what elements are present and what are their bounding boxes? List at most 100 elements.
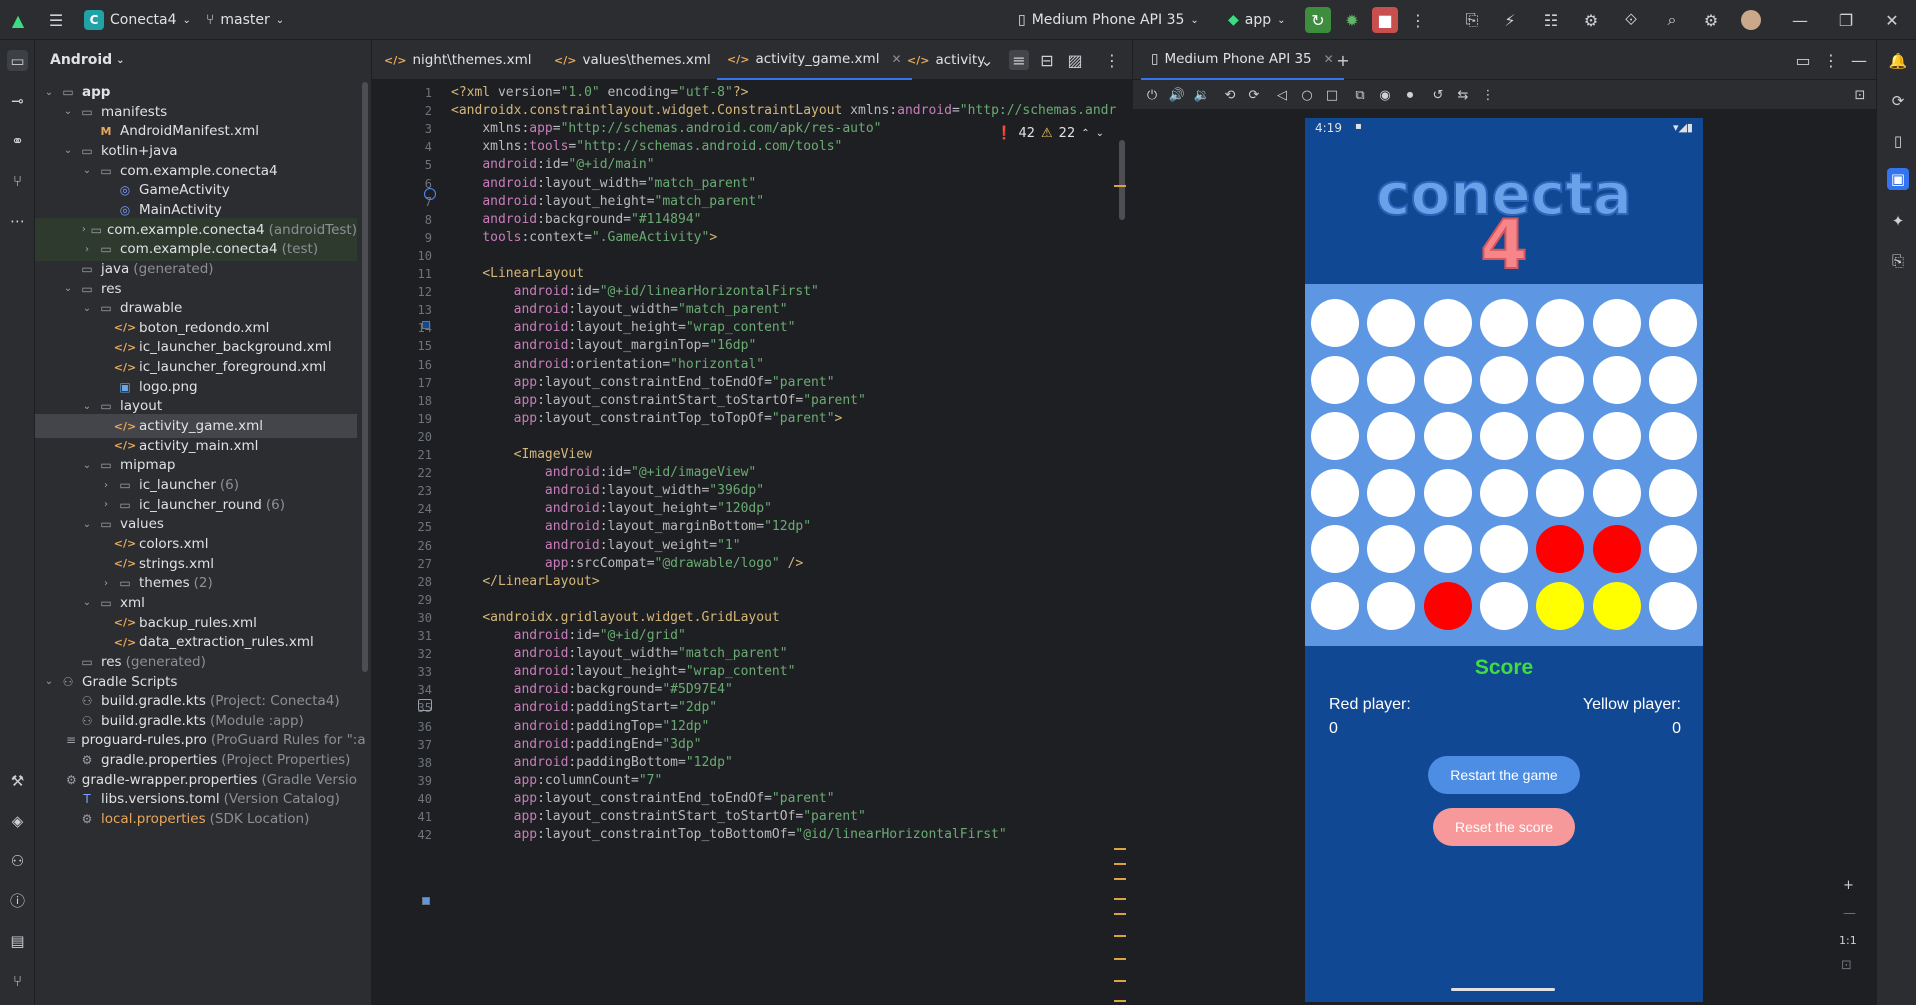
empty-slot[interactable] bbox=[1536, 468, 1585, 517]
chevron-down-icon[interactable]: ⌄ bbox=[81, 597, 93, 608]
pull-requests-icon[interactable]: ⑂ bbox=[7, 170, 28, 191]
device-manager-icon[interactable]: ▯ bbox=[1887, 130, 1909, 152]
rotate-left-icon[interactable]: ⟲ bbox=[1221, 86, 1239, 104]
chevron-down-icon[interactable]: ⌄ bbox=[62, 106, 74, 117]
settings-icon[interactable]: ⚙ bbox=[1701, 10, 1721, 30]
warning-marker[interactable] bbox=[1114, 898, 1126, 900]
phone-screen[interactable]: 4:19 ▪ ▾◢▮ conecta 4 Score Red player: 0… bbox=[1305, 118, 1703, 1002]
empty-slot[interactable] bbox=[1648, 525, 1697, 573]
apply-changes-icon[interactable]: ⚡ bbox=[1500, 10, 1520, 30]
ai-assistant-icon[interactable]: ✦ bbox=[1887, 210, 1909, 232]
structure-icon[interactable]: ⚭ bbox=[7, 130, 28, 151]
gesture-bar[interactable] bbox=[1451, 988, 1555, 991]
empty-slot[interactable] bbox=[1311, 299, 1359, 347]
empty-slot[interactable] bbox=[1592, 355, 1641, 404]
device-manager-icon[interactable]: ☷ bbox=[1541, 10, 1561, 30]
empty-slot[interactable] bbox=[1479, 525, 1528, 573]
back-icon[interactable]: ◁ bbox=[1273, 86, 1291, 104]
empty-slot[interactable] bbox=[1367, 581, 1416, 630]
chevron-down-icon[interactable]: ⌄ bbox=[81, 519, 93, 530]
empty-slot[interactable] bbox=[1648, 581, 1697, 630]
empty-slot[interactable] bbox=[1311, 412, 1359, 460]
empty-slot[interactable] bbox=[1648, 299, 1697, 347]
stop-icon[interactable]: ■ bbox=[1372, 7, 1398, 33]
display-settings-icon[interactable]: ⊡ bbox=[1851, 86, 1869, 104]
tab-activity-game[interactable]: </> activity_game.xml ✕ bbox=[717, 40, 912, 80]
run-config-selector[interactable]: ◆ app ⌄ bbox=[1228, 0, 1286, 40]
empty-slot[interactable] bbox=[1367, 468, 1416, 517]
commit-icon[interactable]: ⊸ bbox=[7, 90, 28, 111]
red-piece[interactable] bbox=[1592, 525, 1641, 573]
red-piece[interactable] bbox=[1536, 525, 1585, 573]
color-swatch-icon[interactable] bbox=[422, 321, 430, 329]
empty-slot[interactable] bbox=[1311, 468, 1359, 517]
warning-marker[interactable] bbox=[1114, 958, 1126, 960]
gemini-icon[interactable]: ⟳ bbox=[1887, 90, 1909, 112]
more-icon[interactable]: ⋮ bbox=[1821, 50, 1841, 70]
device-selector[interactable]: ▯ Medium Phone API 35 ⌄ bbox=[1018, 0, 1199, 40]
empty-slot[interactable] bbox=[1479, 299, 1528, 347]
zoom-out-icon[interactable]: — bbox=[1843, 906, 1856, 921]
empty-slot[interactable] bbox=[1536, 412, 1585, 460]
split-view-icon[interactable]: ⊟ bbox=[1037, 50, 1057, 70]
add-device-icon[interactable]: + bbox=[1333, 50, 1353, 70]
project-selector[interactable]: C Conecta4 ⌄ bbox=[84, 0, 191, 40]
chevron-down-icon[interactable]: ⌄ bbox=[81, 165, 93, 176]
mirror-icon[interactable]: ⇆ bbox=[1454, 86, 1472, 104]
zoom-in-icon[interactable]: + bbox=[1843, 878, 1854, 893]
chevron-down-icon[interactable]: ⌄ bbox=[977, 50, 997, 70]
empty-slot[interactable] bbox=[1479, 412, 1528, 460]
color-swatch-icon[interactable] bbox=[422, 897, 430, 905]
code-area[interactable]: <?xml version="1.0" encoding="utf-8"?> <a… bbox=[451, 80, 1121, 1005]
chevron-right-icon[interactable]: › bbox=[81, 244, 93, 255]
chevron-down-icon[interactable]: ⌄ bbox=[81, 401, 93, 412]
warning-marker[interactable] bbox=[1114, 980, 1126, 982]
close-icon[interactable]: ✕ bbox=[1882, 10, 1902, 30]
chevron-down-icon[interactable]: ⌄ bbox=[62, 283, 74, 294]
window-layout-icon[interactable]: ▭ bbox=[1793, 50, 1813, 70]
minimize-panel-icon[interactable]: — bbox=[1849, 50, 1869, 70]
empty-slot[interactable] bbox=[1592, 412, 1641, 460]
empty-slot[interactable] bbox=[1423, 412, 1472, 460]
design-view-icon[interactable]: ▨ bbox=[1065, 50, 1085, 70]
more-actions-icon[interactable]: ⋮ bbox=[1408, 10, 1428, 30]
empty-slot[interactable] bbox=[1423, 468, 1472, 517]
sdk-manager-icon[interactable]: ⚙ bbox=[1581, 10, 1601, 30]
notifications-icon[interactable]: 🔔 bbox=[1887, 50, 1909, 72]
chevron-down-icon[interactable]: ⌄ bbox=[81, 460, 93, 471]
game-board[interactable] bbox=[1305, 284, 1703, 646]
branch-selector[interactable]: ⑂ master ⌄ bbox=[206, 0, 284, 40]
empty-slot[interactable] bbox=[1479, 581, 1528, 630]
warning-marker[interactable] bbox=[1114, 935, 1126, 937]
tree-item[interactable]: ⚙ local.properties (SDK Location) bbox=[35, 807, 357, 831]
overview-icon[interactable]: □ bbox=[1323, 86, 1341, 104]
empty-slot[interactable] bbox=[1423, 299, 1472, 347]
empty-slot[interactable] bbox=[1367, 299, 1416, 347]
volume-down-icon[interactable]: 🔉 bbox=[1193, 86, 1211, 104]
chevron-down-icon[interactable]: ⌄ bbox=[62, 145, 74, 156]
empty-slot[interactable] bbox=[1479, 468, 1528, 517]
chevron-down-icon[interactable]: ⌄ bbox=[81, 303, 93, 314]
layout-inspector-icon[interactable]: ⟐ bbox=[1621, 10, 1641, 30]
sync-icon[interactable]: ⎘ bbox=[1462, 10, 1482, 30]
tree-scrollbar[interactable] bbox=[362, 82, 368, 672]
problems-icon[interactable]: ⓘ bbox=[7, 890, 28, 911]
running-devices-icon[interactable]: ▣ bbox=[1887, 168, 1909, 190]
device-explorer-icon[interactable]: ⎘ bbox=[1887, 250, 1909, 272]
empty-slot[interactable] bbox=[1592, 468, 1641, 517]
camera-icon[interactable]: ◉ bbox=[1376, 86, 1394, 104]
chevron-down-icon[interactable]: ⌄ bbox=[43, 87, 55, 98]
chevron-right-icon[interactable]: › bbox=[100, 480, 112, 491]
warning-marker[interactable] bbox=[1114, 913, 1126, 915]
rotate-right-icon[interactable]: ⟳ bbox=[1245, 86, 1263, 104]
gradle-icon[interactable]: ◈ bbox=[7, 810, 28, 831]
tab-values-themes[interactable]: </> values\themes.xml bbox=[544, 40, 721, 80]
red-piece[interactable] bbox=[1423, 581, 1472, 630]
more-tools-icon[interactable]: ⋯ bbox=[7, 210, 28, 231]
power-icon[interactable]: ⏻ bbox=[1143, 86, 1161, 104]
chevron-right-icon[interactable]: › bbox=[100, 499, 112, 510]
warning-marker[interactable] bbox=[1114, 185, 1126, 187]
main-menu-icon[interactable]: ☰ bbox=[46, 10, 66, 30]
reset-icon[interactable]: ↺ bbox=[1429, 86, 1447, 104]
code-line[interactable]: </LinearLayout> bbox=[451, 571, 599, 593]
